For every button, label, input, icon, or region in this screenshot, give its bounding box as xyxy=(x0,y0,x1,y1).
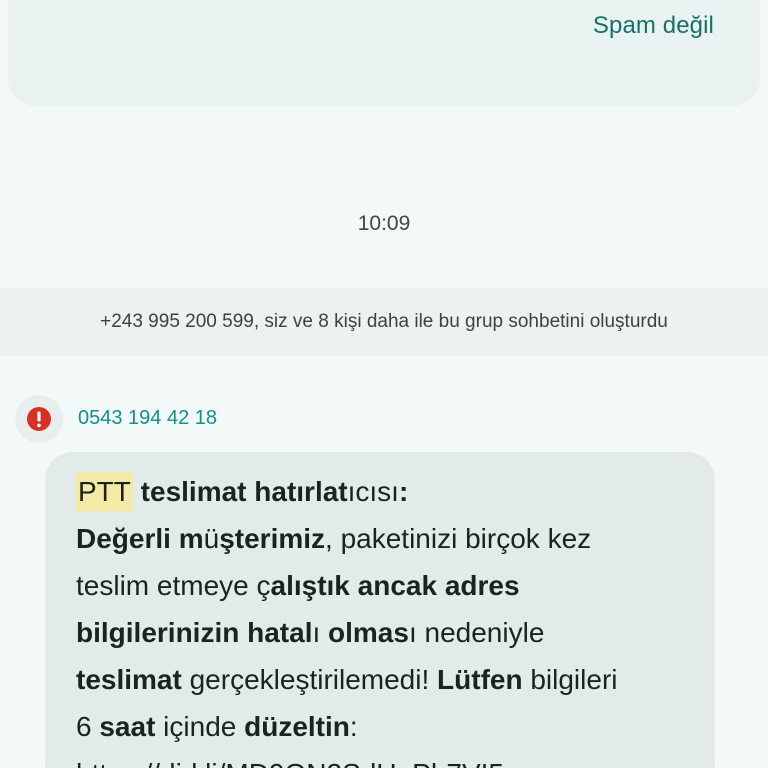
message-text-segment: teslimat xyxy=(76,664,182,695)
message-line: Değerli müşterimiz, paketinizi birçok ke… xyxy=(76,515,706,562)
message-link[interactable]: https://did.li/MD9ON2SdU_Ph7VI5 xyxy=(76,750,706,768)
message-timestamp: 10:09 xyxy=(357,212,411,235)
message-text-segment: teslimat hatırlat xyxy=(140,476,348,507)
message-text-segment: saat xyxy=(99,711,156,742)
message-text-segment: ancak adres xyxy=(349,570,520,601)
message-text-segment: içinde xyxy=(155,711,245,742)
message-text-segment: ü xyxy=(203,523,220,554)
message-text-segment xyxy=(133,476,141,507)
message-line: teslimat gerçekleştirilemedi! Lütfen bil… xyxy=(76,656,706,703)
message-line: bilgilerinizin hatalı olması nedeniyle xyxy=(76,609,706,656)
sender-avatar[interactable] xyxy=(15,395,63,443)
message-text-segment: nedeniyle xyxy=(416,617,545,648)
not-spam-button[interactable]: Spam değil xyxy=(593,12,714,40)
conversation-screen: Spam değil 10:09 +243 995 200 599, siz v… xyxy=(0,0,768,768)
message-text-segment: alıştık xyxy=(270,570,350,601)
message-text-segment: 6 xyxy=(76,711,100,742)
message-text-segment xyxy=(171,523,179,554)
highlighted-keyword: PTT xyxy=(76,472,133,511)
message-text-segment: terimiz xyxy=(234,523,326,554)
message-text-segment: olmas xyxy=(320,617,409,648)
message-text-segment: Değerli xyxy=(76,523,171,554)
message-line: 6 saat içinde düzeltin: xyxy=(76,703,706,750)
message-line: teslim etmeye çalıştık ancak adres xyxy=(76,562,706,609)
message-text-segment: bilgilerinizin hatal xyxy=(76,617,313,648)
alert-icon xyxy=(27,407,51,431)
sender-name[interactable]: 0543 194 42 18 xyxy=(78,407,217,430)
message-text-segment: ı xyxy=(408,617,417,648)
message-text-segment: gerçekleştirilemedi! xyxy=(181,664,438,695)
message-text-segment: ıcısı xyxy=(347,476,399,507)
message-text-segment: ç xyxy=(256,570,271,601)
message-text-segment: bilgileri xyxy=(522,664,618,695)
message-bubble[interactable]: PTT teslimat hatırlatıcısı: Değerli müşte… xyxy=(45,452,715,768)
message-text-segment: ş xyxy=(219,523,235,554)
message-body: PTT teslimat hatırlatıcısı: Değerli müşte… xyxy=(76,468,706,768)
spam-warning-card: Spam değil xyxy=(8,0,760,106)
message-text-segment: teslim etmeye xyxy=(76,570,257,601)
message-text-segment: : xyxy=(349,711,358,742)
message-text-segment: m xyxy=(178,523,204,554)
message-line: PTT teslimat hatırlatıcısı: xyxy=(76,468,706,515)
message-text-segment: : xyxy=(398,476,409,507)
group-created-notice: +243 995 200 599, siz ve 8 kişi daha ile… xyxy=(100,311,668,332)
message-text-segment: düzeltin xyxy=(244,711,350,742)
message-text-segment: , paketinizi birçok kez xyxy=(325,523,592,554)
message-text-segment: Lütfen xyxy=(437,664,523,695)
